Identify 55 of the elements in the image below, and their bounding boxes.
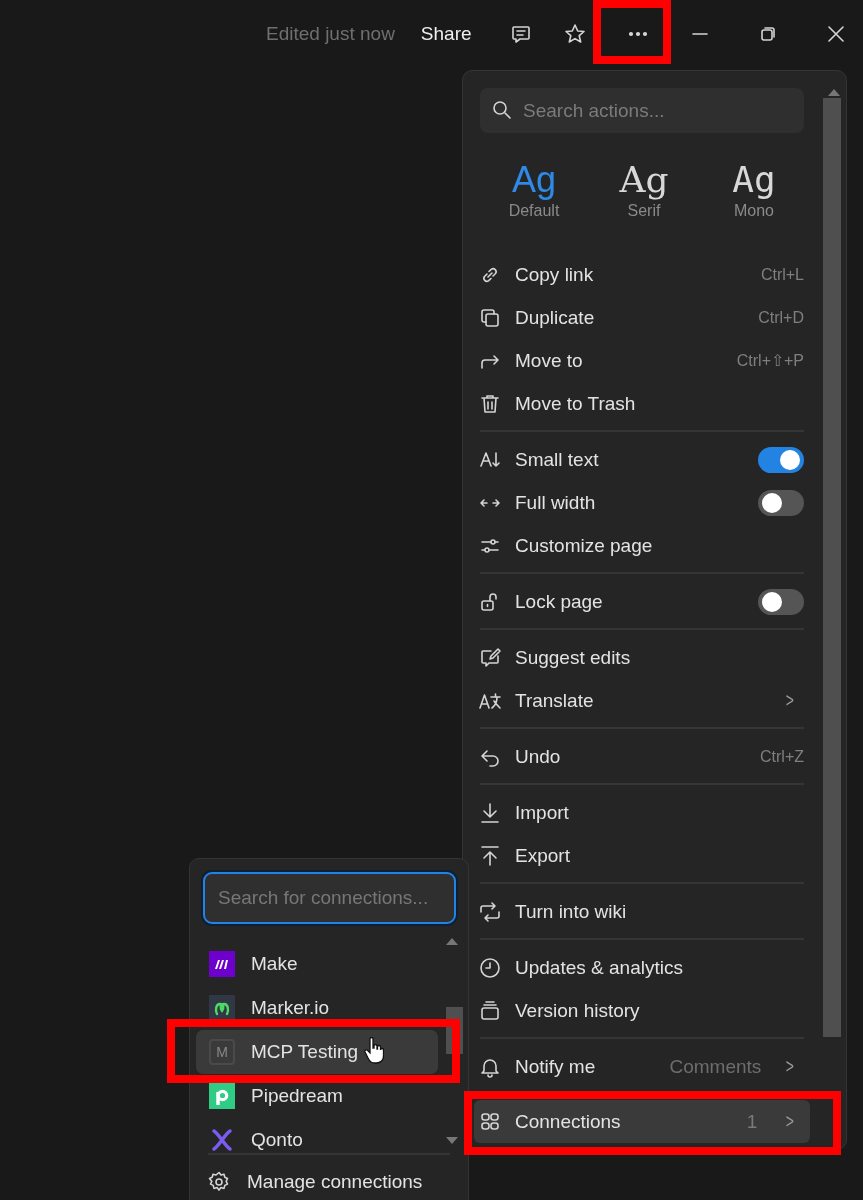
edit-comment-icon (478, 645, 502, 670)
hand-cursor-icon (364, 1037, 384, 1065)
edit-status: Edited just now (266, 23, 395, 45)
make-logo-icon (209, 951, 235, 977)
menu-item[interactable]: Lock page (474, 580, 810, 623)
menu-item[interactable]: Suggest edits (474, 636, 810, 679)
history-stack-icon (478, 998, 502, 1023)
menu-item[interactable]: Turn into wiki (474, 890, 810, 933)
x-logo-icon (209, 1127, 235, 1153)
menu-item[interactable]: Copy link Ctrl+L (474, 253, 810, 296)
scroll-down-icon[interactable] (446, 1137, 458, 1144)
menu-item[interactable]: Notify me Comments > (474, 1045, 810, 1088)
pipedream-logo-icon (209, 1083, 235, 1109)
search-field[interactable]: Search actions... (480, 88, 804, 133)
font-option[interactable]: Ag (732, 158, 776, 202)
font-label: Default (508, 202, 560, 220)
menu-item[interactable]: Connections 1 > (474, 1100, 810, 1143)
swap-icon (478, 899, 502, 924)
loop-logo-icon (209, 995, 235, 1021)
menu-item[interactable]: Import (474, 791, 810, 834)
font-label: Mono (734, 202, 774, 220)
scrollbar-thumb[interactable] (823, 98, 841, 1037)
menu-item[interactable]: Undo Ctrl+Z (474, 735, 810, 778)
star-icon[interactable] (562, 22, 587, 46)
menu-item[interactable]: Move to Trash (474, 382, 810, 425)
font-option[interactable]: Ag (619, 158, 669, 202)
menu-item[interactable]: Customize page (474, 524, 810, 567)
menu-item[interactable]: Small text (474, 438, 810, 481)
horizontal-arrows-icon (478, 498, 502, 507)
toggle-switch[interactable] (758, 489, 804, 516)
toggle-switch[interactable] (758, 446, 804, 473)
scroll-up-icon[interactable] (446, 938, 458, 945)
share-button[interactable]: Share (420, 23, 472, 45)
clock-icon (478, 955, 502, 980)
connection-item[interactable]: M MCP Testing (196, 1030, 438, 1074)
menu-item[interactable]: Export (474, 834, 810, 877)
menu-item[interactable]: Updates & analytics (474, 946, 810, 989)
connection-item[interactable]: Pipedream (196, 1074, 438, 1118)
menu-item[interactable]: Move to Ctrl+⇧+P (474, 339, 810, 382)
connection-item[interactable]: Marker.io (196, 986, 438, 1030)
letter-icon: M (209, 1039, 235, 1065)
font-label: Serif (627, 202, 661, 220)
menu-item[interactable]: Translate > (474, 679, 810, 722)
menu-item[interactable]: Duplicate Ctrl+D (474, 296, 810, 339)
search-field[interactable]: Search for connections... (203, 872, 456, 924)
connection-item[interactable]: Qonto (196, 1118, 438, 1153)
menu-item[interactable]: Full width (474, 481, 810, 524)
menu-item[interactable]: Manage connections (190, 1154, 468, 1200)
font-option[interactable]: Ag (511, 158, 556, 202)
gear-icon (207, 1170, 231, 1194)
menu-item[interactable]: Version history (474, 989, 810, 1032)
upload-icon (478, 843, 502, 868)
toggle-switch[interactable] (758, 588, 804, 615)
connection-item[interactable]: Make (196, 942, 438, 986)
download-icon (478, 800, 502, 825)
